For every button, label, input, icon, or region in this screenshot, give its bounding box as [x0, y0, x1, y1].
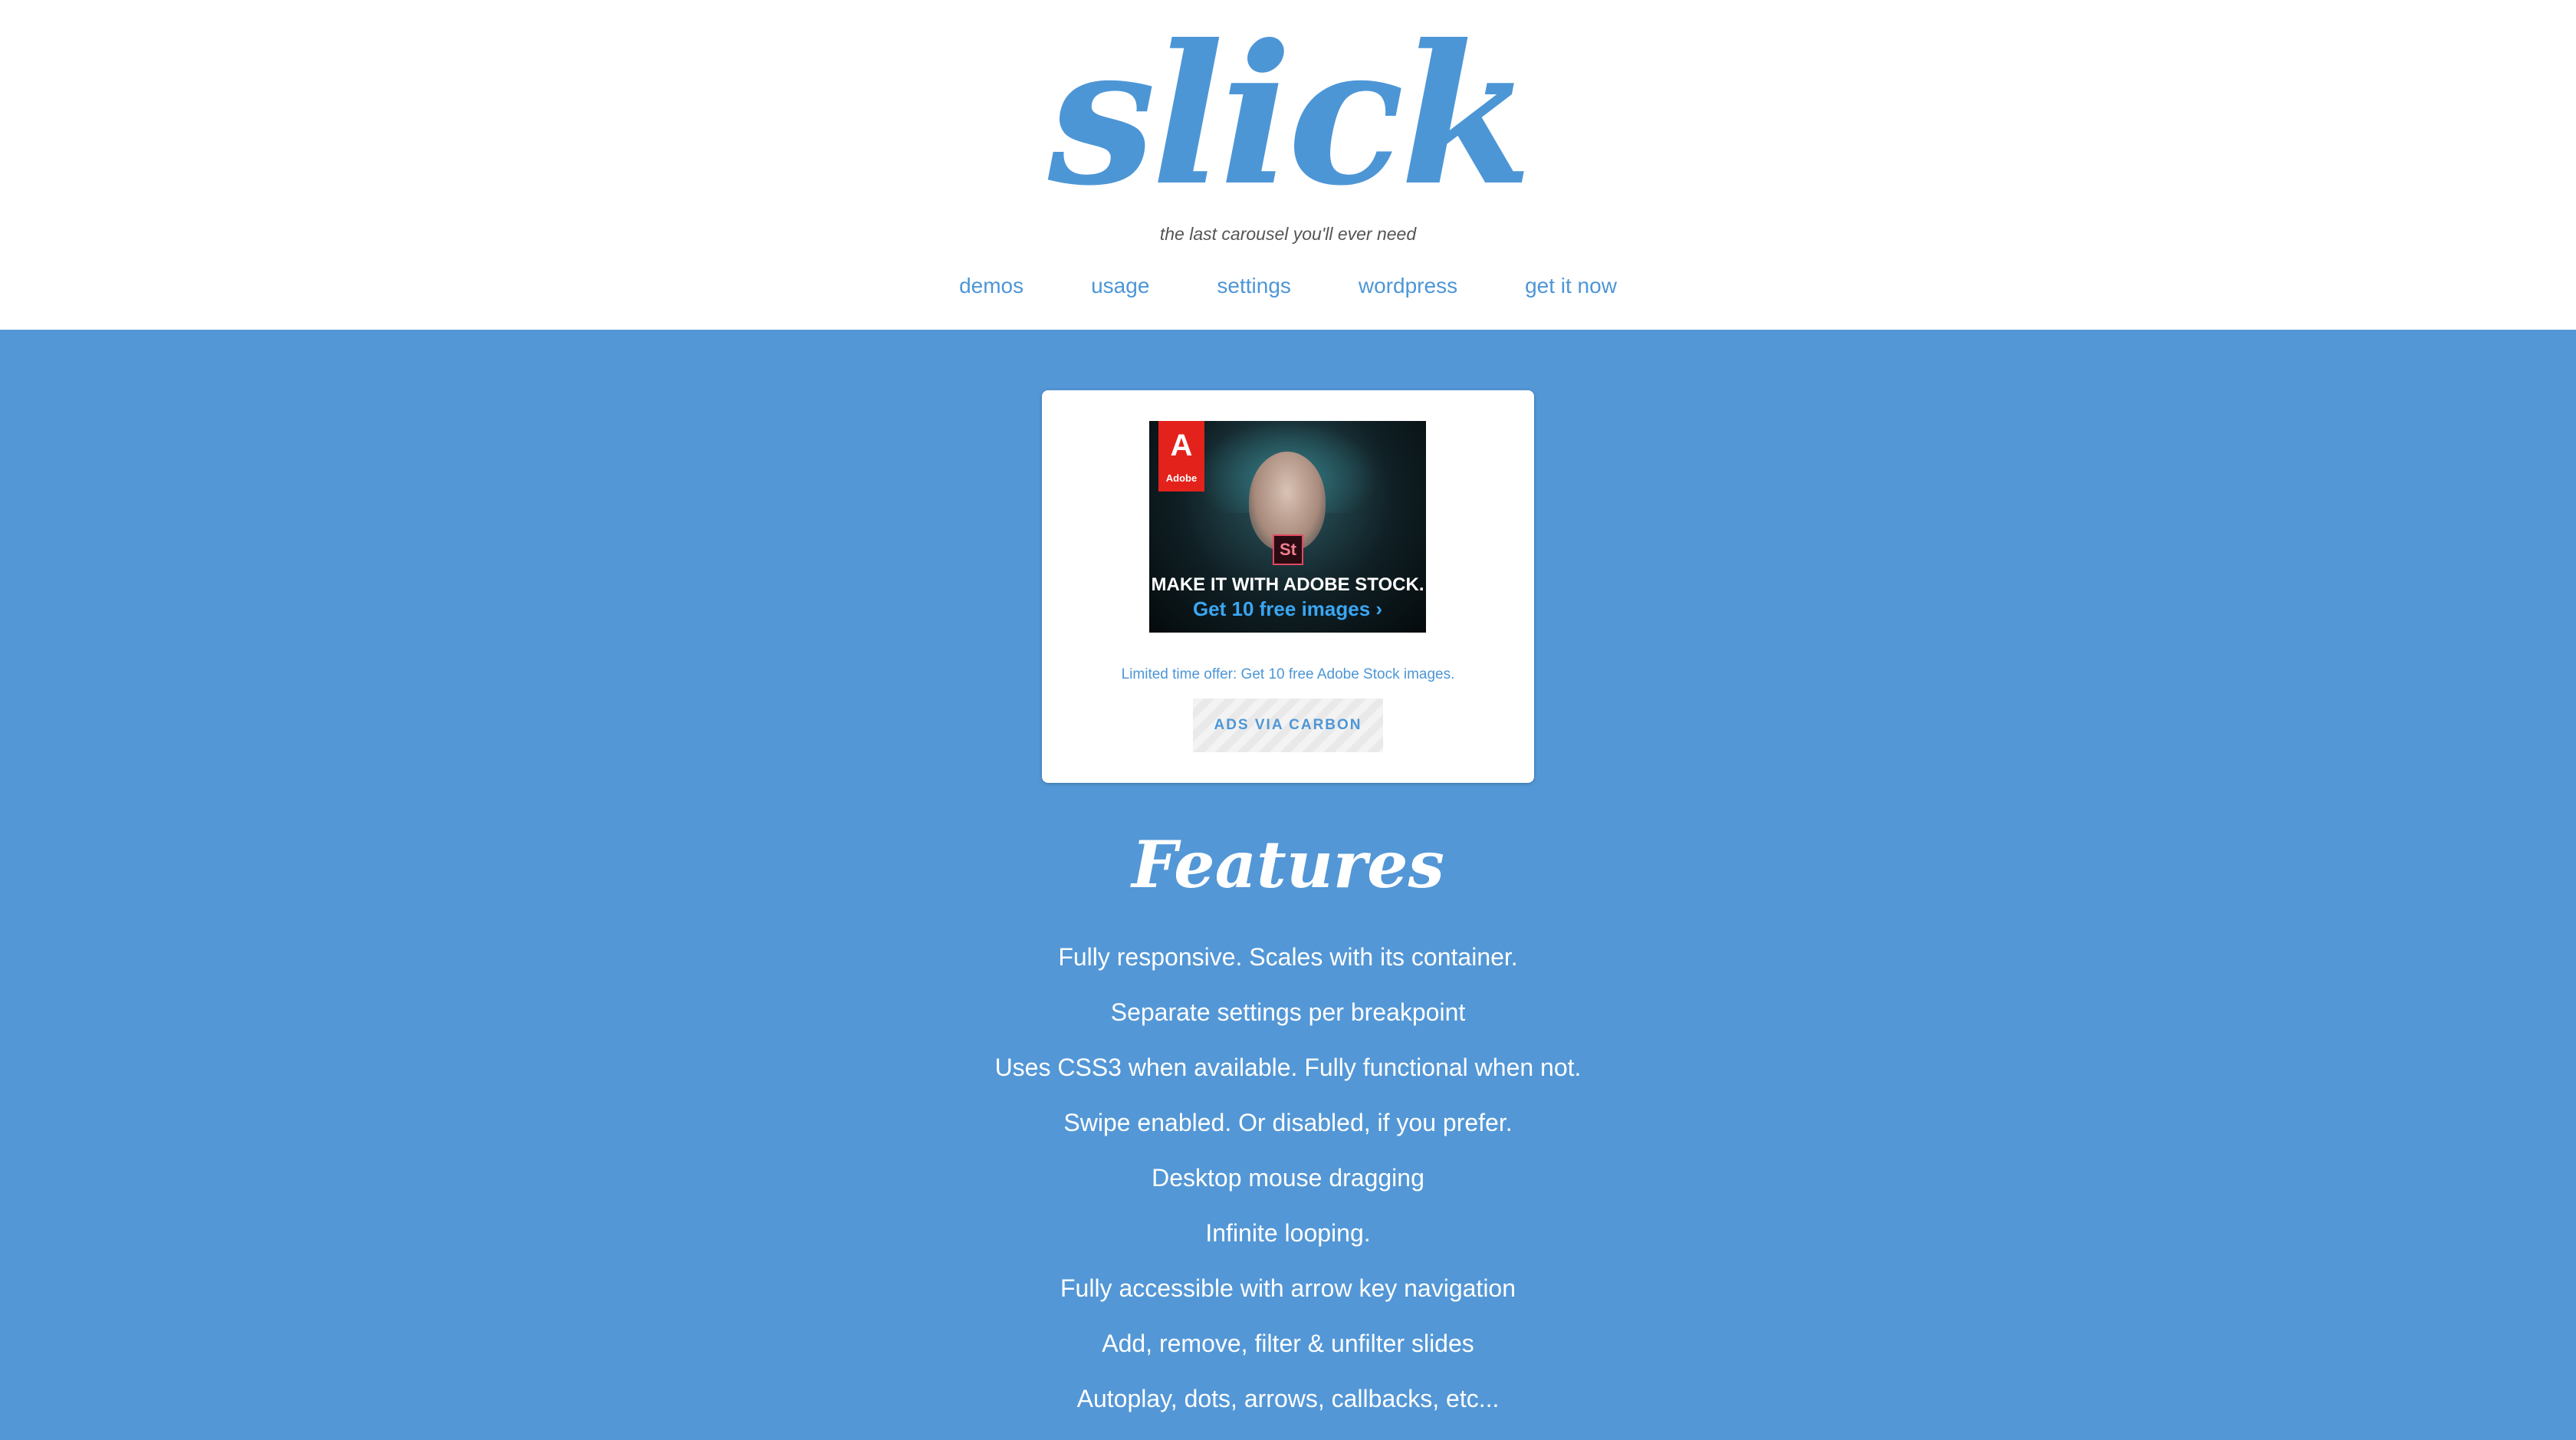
nav-wordpress[interactable]: wordpress [1359, 274, 1457, 298]
adobe-stock-badge: St [1273, 534, 1303, 565]
feature-item: Add, remove, filter & unfilter slides [1102, 1330, 1474, 1357]
ad-subline: Get 10 free images › [1192, 597, 1383, 620]
features-heading: Features [1132, 827, 1444, 902]
nav-settings[interactable]: settings [1217, 274, 1291, 298]
feature-item: Infinite looping. [1205, 1219, 1371, 1247]
feature-item: Swipe enabled. Or disabled, if you prefe… [1063, 1109, 1513, 1136]
adobe-a-icon: A [1170, 429, 1193, 462]
adobe-logo: A Adobe [1158, 421, 1204, 492]
feature-item: Fully responsive. Scales with its contai… [1058, 943, 1518, 971]
feature-item: Desktop mouse dragging [1152, 1164, 1424, 1192]
nav-get-it-now[interactable]: get it now [1525, 274, 1617, 298]
feature-item: Autoplay, dots, arrows, callbacks, etc..… [1076, 1385, 1500, 1412]
feature-item: Separate settings per breakpoint [1110, 998, 1466, 1026]
ad-card: A Adobe St MAKE IT WITH ADOBE STOCK. Get… [1042, 390, 1534, 783]
ads-via-carbon-link[interactable]: ADS VIA CARBON [1193, 699, 1383, 752]
adobe-logo-text: Adobe [1165, 472, 1198, 484]
features-list: Fully responsive. Scales with its contai… [0, 942, 2576, 1438]
tagline: the last carousel you'll ever need [1159, 224, 1417, 244]
slick-logo[interactable]: slick [0, 15, 2576, 215]
site-header: slick the last carousel you'll ever need… [0, 0, 2576, 330]
ad-banner-image[interactable]: A Adobe St MAKE IT WITH ADOBE STOCK. Get… [1149, 421, 1426, 633]
feature-item: Fully accessible with arrow key navigati… [1060, 1274, 1516, 1302]
ad-headline: MAKE IT WITH ADOBE STOCK. [1151, 574, 1424, 595]
main-nav: demos usage settings wordpress get it no… [0, 274, 2576, 298]
feature-item: Uses CSS3 when available. Fully function… [994, 1054, 1582, 1081]
nav-usage[interactable]: usage [1091, 274, 1149, 298]
nav-demos[interactable]: demos [959, 274, 1024, 298]
ad-description-link[interactable]: Limited time offer: Get 10 free Adobe St… [1042, 666, 1534, 683]
